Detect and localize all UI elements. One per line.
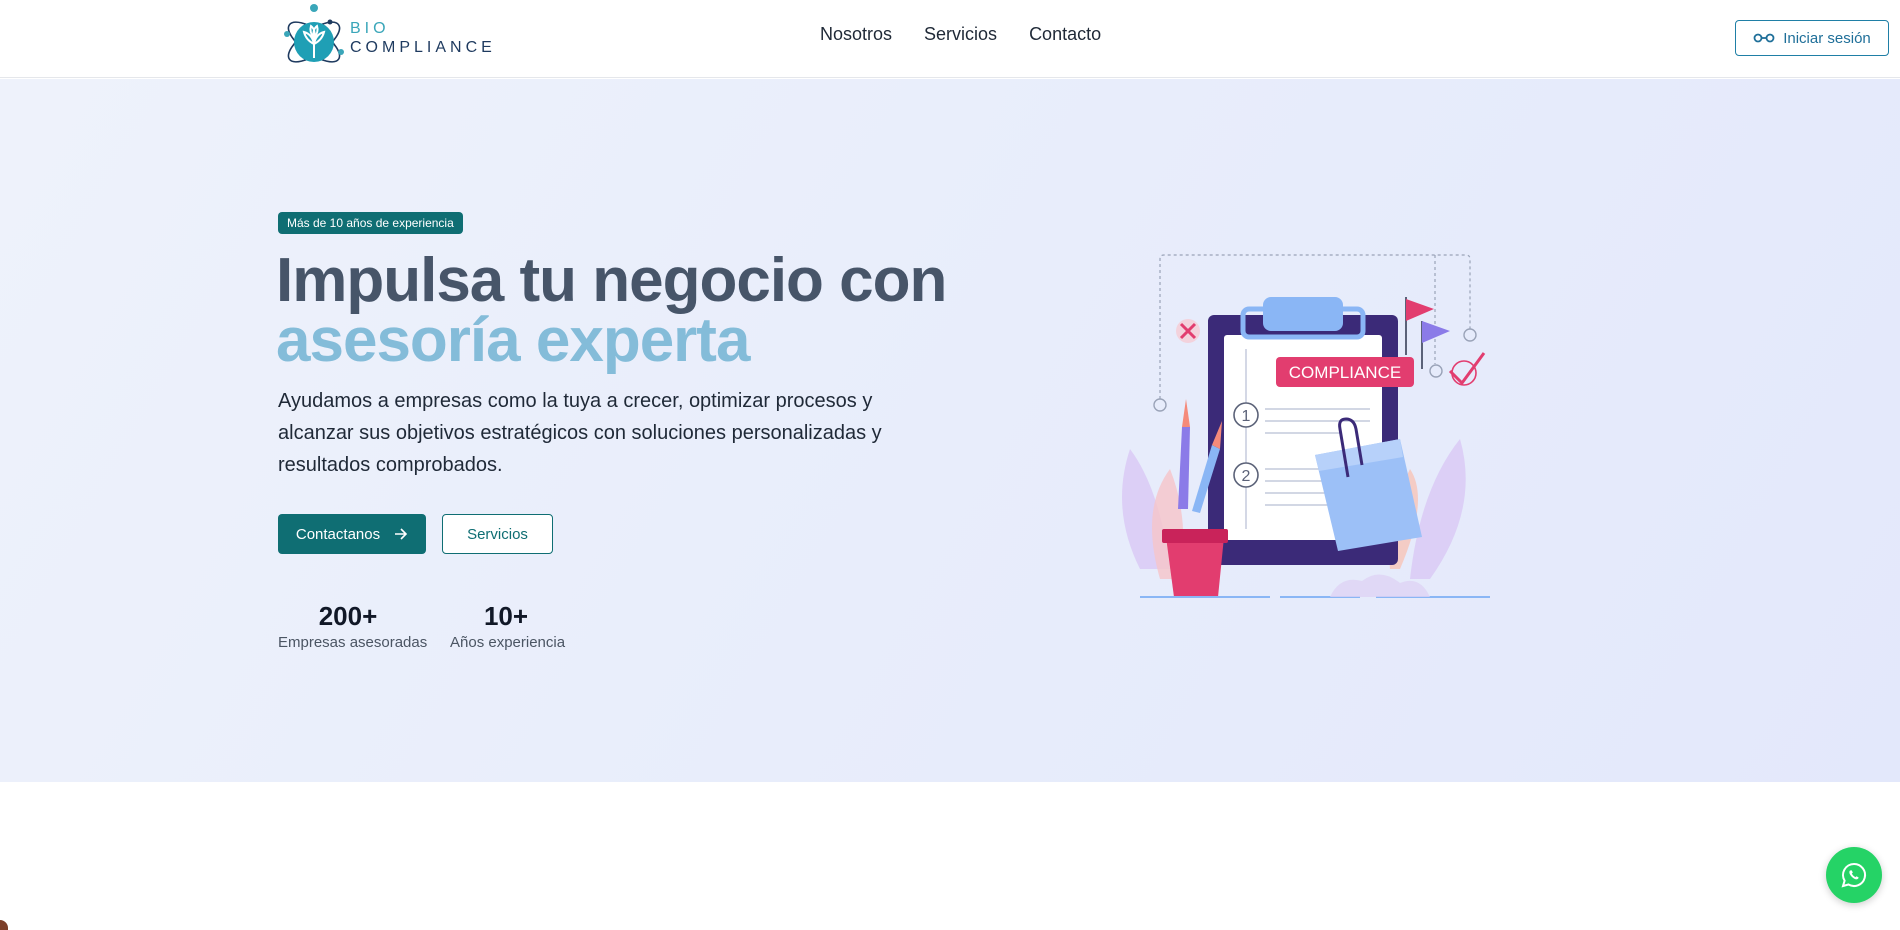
logo-bio-text: BIO (350, 20, 390, 37)
contact-button[interactable]: Contactanos (278, 514, 426, 554)
stat-years: 10+ Años experiencia (450, 600, 566, 651)
contact-button-label: Contactanos (295, 525, 381, 543)
main-nav: Nosotros Servicios Contacto (820, 24, 1101, 45)
hero-title-line2: asesoría experta (276, 306, 750, 375)
nav-link-contacto[interactable]: Contacto (1029, 24, 1101, 45)
arrow-right-icon (395, 528, 408, 540)
logo-compliance-text: COMPLIANCE (350, 39, 496, 56)
whatsapp-icon (1841, 862, 1866, 888)
corner-decoration (0, 920, 8, 930)
illustration-compliance-label: COMPLIANCE (1289, 363, 1401, 382)
logo-atom-icon (284, 4, 344, 63)
compliance-clipboard-illustration: COMPLIANCE 1 2 (1122, 254, 1490, 598)
stat-years-value: 10+ (483, 601, 529, 631)
hero-section: Más de 10 años de experiencia Impulsa tu… (0, 79, 1900, 782)
nav-link-nosotros[interactable]: Nosotros (820, 24, 892, 45)
stat-companies-value: 200+ (318, 601, 378, 631)
logo-text: BIO COMPLIANCE (350, 20, 496, 58)
nav-link-servicios[interactable]: Servicios (924, 24, 997, 45)
experience-badge: Más de 10 años de experiencia (278, 212, 463, 234)
user-link-icon (1753, 33, 1775, 43)
stat-years-label: Años experiencia (450, 634, 566, 651)
stat-companies-label: Empresas asesoradas (278, 634, 428, 651)
illustration-step-1: 1 (1242, 408, 1251, 425)
illustration-step-2: 2 (1242, 468, 1251, 485)
stat-companies: 200+ Empresas asesoradas (278, 600, 428, 651)
hero-subtitle: Ayudamos a empresas como la tuya a crece… (278, 390, 882, 476)
logo[interactable]: BIO COMPLIANCE (278, 0, 496, 78)
login-button[interactable]: Iniciar sesión (1735, 20, 1889, 56)
login-button-label: Iniciar sesión (1783, 29, 1871, 47)
whatsapp-button[interactable] (1826, 847, 1882, 903)
services-button[interactable]: Servicios (442, 514, 553, 554)
site-header: BIO COMPLIANCE Nosotros Servicios Contac… (0, 0, 1900, 78)
